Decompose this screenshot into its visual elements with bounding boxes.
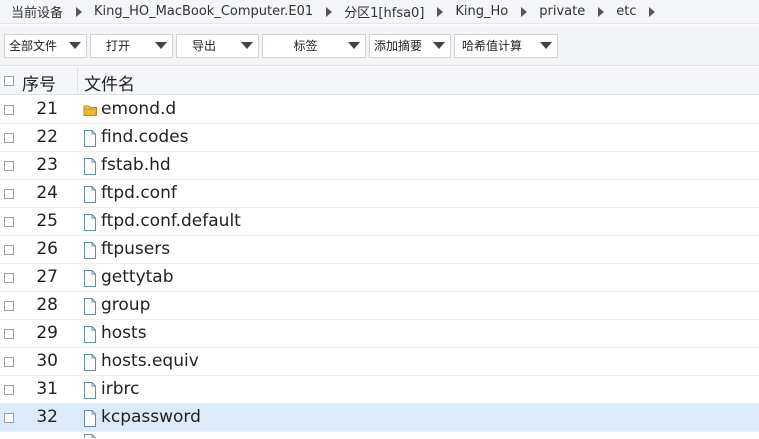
open-button[interactable]: 打开 [90, 33, 173, 58]
folder-icon [83, 102, 98, 119]
column-header-filename[interactable]: 文件名 [84, 70, 135, 95]
row-filename[interactable]: group [101, 295, 150, 315]
table-row[interactable]: 29 hosts [0, 320, 759, 348]
add-digest-button[interactable]: 添加摘要 [369, 33, 451, 58]
row-number: 25 [36, 211, 58, 231]
file-icon [83, 242, 97, 259]
table-row[interactable]: 32 kcpassword [0, 404, 759, 432]
export-button[interactable]: 导出 [176, 33, 259, 58]
file-icon [83, 326, 97, 343]
select-all-checkbox[interactable] [4, 76, 14, 86]
row-number: 27 [36, 267, 58, 287]
table-row[interactable]: 24 ftpd.conf [0, 180, 759, 208]
add-digest-label: 添加摘要 [374, 39, 423, 53]
chevron-down-icon [241, 42, 253, 49]
all-files-label: 全部文件 [9, 39, 58, 53]
chevron-right-icon[interactable] [649, 6, 656, 17]
chevron-down-icon [69, 42, 81, 49]
tags-dropdown[interactable]: 标签 [262, 33, 366, 58]
file-icon [83, 354, 97, 371]
row-filename[interactable]: find.codes [101, 127, 189, 147]
file-icon [83, 130, 97, 147]
table-row[interactable]: 31 irbrc [0, 376, 759, 404]
row-filename[interactable]: hosts.equiv [101, 351, 199, 371]
row-filename[interactable]: kcpassword [101, 407, 201, 427]
column-header-number[interactable]: 序号 [22, 70, 56, 95]
table-row[interactable]: 25 ftpd.conf.default [0, 208, 759, 236]
chevron-right-icon [326, 6, 333, 17]
row-filename[interactable]: gettytab [101, 267, 174, 287]
chevron-right-icon [437, 6, 444, 17]
file-icon [83, 186, 97, 203]
file-table-header: 序号 文件名 [0, 67, 759, 95]
row-filename[interactable]: fstab.hd [101, 155, 171, 175]
toolbar: 全部文件 打开 导出 标签 添加摘要 哈希值计算 [0, 26, 759, 66]
tags-label: 标签 [293, 39, 318, 53]
file-icon [83, 382, 97, 399]
row-number: 22 [36, 127, 58, 147]
row-number: 24 [36, 183, 58, 203]
file-icon [83, 214, 97, 231]
row-filename[interactable]: hosts [101, 323, 147, 343]
all-files-dropdown[interactable]: 全部文件 [4, 33, 87, 58]
row-number: 26 [36, 239, 58, 259]
file-icon [83, 158, 97, 175]
chevron-right-icon [76, 6, 83, 17]
table-row[interactable]: 27 gettytab [0, 264, 759, 292]
row-filename[interactable]: ftpd.conf [101, 183, 177, 203]
hash-calc-button[interactable]: 哈希值计算 [454, 33, 558, 58]
chevron-down-icon [540, 42, 552, 49]
breadcrumb: 当前设备 King_HO_MacBook_Computer.E01 分区1[hf… [0, 0, 759, 24]
open-label: 打开 [106, 39, 131, 53]
file-icon [83, 298, 97, 315]
table-row[interactable]: 23 fstab.hd [0, 152, 759, 180]
row-number: 23 [36, 155, 58, 175]
row-number: 31 [36, 379, 58, 399]
table-row[interactable]: 21 emond.d [0, 96, 759, 124]
chevron-down-icon [348, 42, 360, 49]
table-row[interactable]: 28 group [0, 292, 759, 320]
row-number: 21 [36, 99, 58, 119]
chevron-right-icon [521, 6, 528, 17]
row-number: 29 [36, 323, 58, 343]
file-icon [83, 434, 97, 438]
breadcrumb-item-private[interactable]: private [539, 4, 585, 19]
row-filename[interactable]: irbrc [101, 379, 139, 399]
breadcrumb-item-image[interactable]: King_HO_MacBook_Computer.E01 [94, 4, 313, 19]
table-row[interactable]: 22 find.codes [0, 124, 759, 152]
chevron-right-icon [598, 6, 605, 17]
file-table-body: 21 emond.d 22 find.codes 23 fstab.hd 24 ftpd.co… [0, 96, 759, 438]
row-number: 28 [36, 295, 58, 315]
file-icon [83, 270, 97, 287]
chevron-down-icon [433, 42, 445, 49]
row-filename[interactable]: ftpd.conf.default [101, 211, 241, 231]
row-filename[interactable]: ftpusers [101, 239, 170, 259]
breadcrumb-item-user[interactable]: King_Ho [455, 4, 508, 19]
row-number: 30 [36, 351, 58, 371]
row-filename[interactable]: emond.d [101, 99, 176, 119]
breadcrumb-item-partition[interactable]: 分区1[hfsa0] [344, 2, 424, 21]
table-row[interactable]: 30 hosts.equiv [0, 348, 759, 376]
breadcrumb-item-device[interactable]: 当前设备 [11, 2, 63, 21]
file-icon [83, 410, 97, 427]
table-row[interactable] [0, 432, 759, 438]
breadcrumb-item-etc[interactable]: etc [616, 4, 636, 19]
hash-calc-label: 哈希值计算 [462, 39, 523, 53]
column-divider[interactable] [77, 67, 78, 95]
export-label: 导出 [192, 39, 217, 53]
table-row[interactable]: 26 ftpusers [0, 236, 759, 264]
chevron-down-icon [155, 42, 167, 49]
row-number: 32 [36, 407, 58, 427]
